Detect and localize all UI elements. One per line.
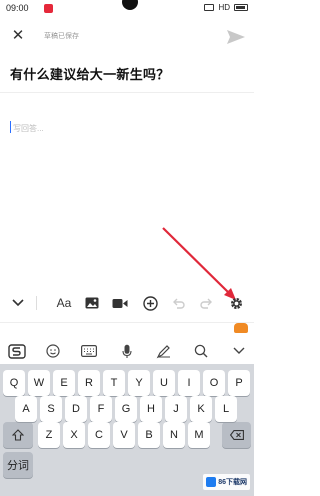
ime-toolbar (0, 322, 254, 364)
key-a[interactable]: A (15, 396, 37, 422)
settings-gear-icon[interactable] (226, 293, 246, 313)
key-d[interactable]: D (65, 396, 87, 422)
signal-icon (204, 4, 215, 11)
key-p[interactable]: P (228, 370, 250, 396)
network-label: HD (218, 3, 230, 12)
ime-mascot-icon[interactable] (234, 323, 248, 333)
key-r[interactable]: R (78, 370, 100, 396)
key-m[interactable]: M (188, 422, 210, 448)
font-style-button[interactable]: Aa (54, 293, 74, 313)
key-q[interactable]: Q (3, 370, 25, 396)
draft-status: 草稿已保存 (44, 33, 79, 40)
key-f[interactable]: F (90, 396, 112, 422)
editor-topbar: ✕ 草稿已保存 (0, 22, 254, 52)
video-icon[interactable] (110, 293, 130, 313)
microphone-icon[interactable] (116, 341, 138, 361)
undo-icon[interactable] (168, 293, 188, 313)
sogou-logo-icon[interactable] (6, 341, 28, 361)
watermark-logo (206, 477, 217, 487)
key-k[interactable]: K (190, 396, 212, 422)
key-v[interactable]: V (113, 422, 135, 448)
key-g[interactable]: G (115, 396, 137, 422)
format-toolbar: Aa (0, 288, 254, 318)
status-time: 09:00 (6, 3, 29, 13)
status-icons: HD (204, 3, 248, 12)
backspace-key[interactable] (222, 422, 251, 448)
app-notification-icon (44, 4, 53, 13)
key-i[interactable]: I (178, 370, 200, 396)
key-w[interactable]: W (28, 370, 50, 396)
close-button[interactable]: ✕ (8, 26, 28, 46)
shift-key[interactable] (3, 422, 33, 448)
key-x[interactable]: X (63, 422, 85, 448)
key-t[interactable]: T (103, 370, 125, 396)
search-icon[interactable] (190, 341, 212, 361)
watermark-text: 86下载网 (218, 479, 247, 486)
key-n[interactable]: N (163, 422, 185, 448)
divider (0, 92, 254, 93)
chevron-down-icon[interactable] (228, 341, 250, 361)
keyboard-icon[interactable] (78, 341, 100, 361)
key-c[interactable]: C (88, 422, 110, 448)
key-l[interactable]: L (215, 396, 237, 422)
handwriting-icon[interactable] (152, 341, 174, 361)
image-icon[interactable] (82, 293, 102, 313)
status-bar: 09:00 HD (0, 0, 254, 18)
answer-input[interactable] (10, 118, 244, 268)
question-title: 有什么建议给大一新生吗？ (10, 67, 170, 82)
fn-key[interactable]: 分词 (3, 452, 33, 478)
key-y[interactable]: Y (128, 370, 150, 396)
collapse-icon[interactable] (8, 293, 28, 313)
emoji-icon[interactable] (42, 341, 64, 361)
redo-icon[interactable] (196, 293, 216, 313)
key-u[interactable]: U (153, 370, 175, 396)
key-b[interactable]: B (138, 422, 160, 448)
insert-icon[interactable] (140, 293, 160, 313)
key-j[interactable]: J (165, 396, 187, 422)
key-s[interactable]: S (40, 396, 62, 422)
soft-keyboard: 分词 86下载网 QWERTYUIOP ASDFGHJKL ZXCVBNM (0, 364, 254, 496)
toolbar-separator (36, 296, 37, 310)
camera-notch (122, 0, 138, 10)
key-o[interactable]: O (203, 370, 225, 396)
battery-icon (234, 4, 248, 11)
key-e[interactable]: E (53, 370, 75, 396)
site-watermark: 86下载网 (203, 474, 250, 490)
key-z[interactable]: Z (38, 422, 60, 448)
key-h[interactable]: H (140, 396, 162, 422)
send-icon[interactable] (226, 28, 246, 46)
